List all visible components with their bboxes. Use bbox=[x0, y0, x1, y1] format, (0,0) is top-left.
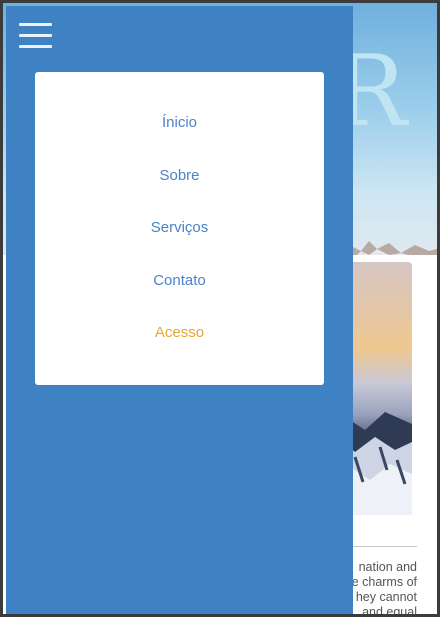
menu-item-sobre[interactable]: Sobre bbox=[35, 161, 324, 191]
hamburger-menu-icon[interactable] bbox=[19, 23, 52, 51]
menu-panel: Ínicio Sobre Serviços Contato Acesso bbox=[35, 72, 324, 385]
menu-item-servicos[interactable]: Serviços bbox=[35, 213, 324, 243]
navigation-drawer: Ínicio Sobre Serviços Contato Acesso bbox=[6, 6, 353, 614]
app-viewport: R nation and e charms of hey cannot and … bbox=[0, 0, 440, 617]
hero-mountain-image bbox=[346, 241, 437, 255]
menu-item-inicio[interactable]: Ínicio bbox=[35, 108, 324, 138]
menu-item-contato[interactable]: Contato bbox=[35, 266, 324, 296]
menu-item-acesso[interactable]: Acesso bbox=[35, 318, 324, 348]
